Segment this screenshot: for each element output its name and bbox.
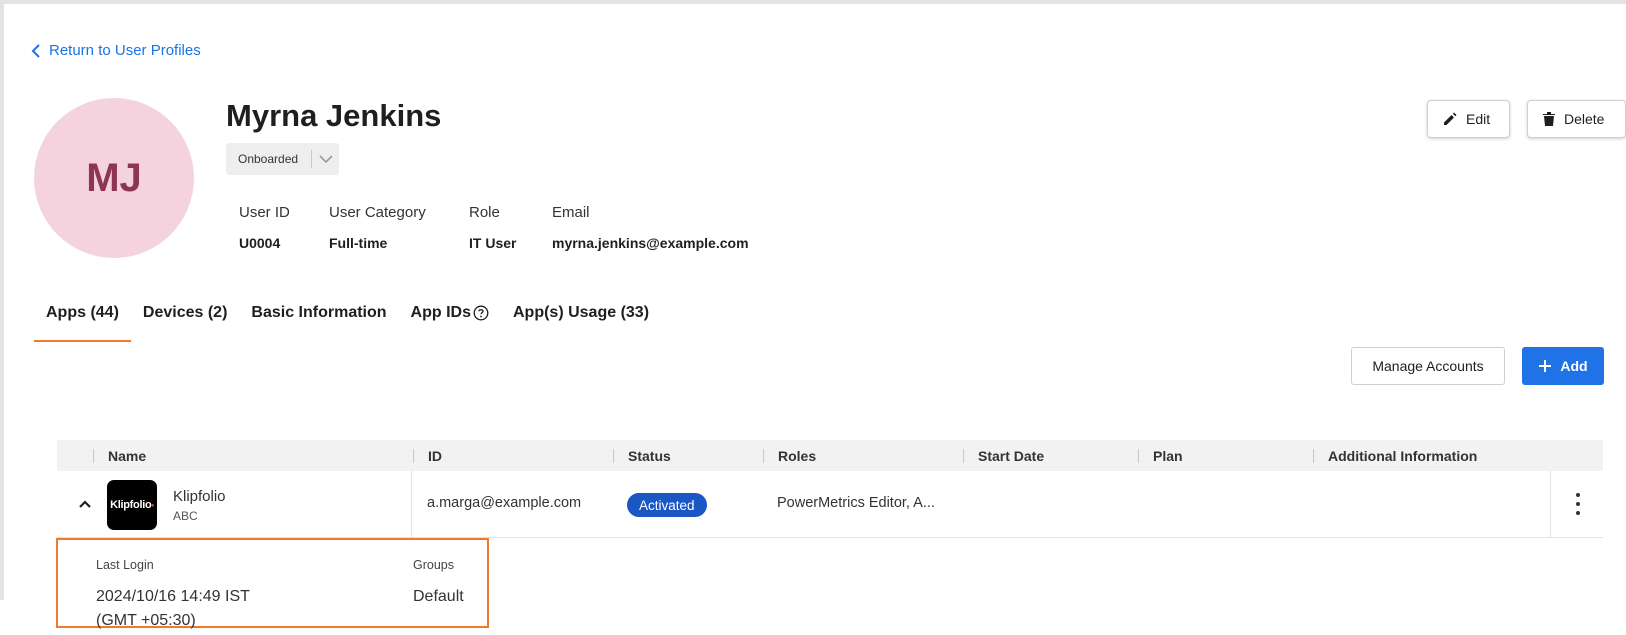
groups-value: Default: [413, 588, 464, 605]
logo-text: Klipfolio: [110, 499, 152, 511]
roles-cell: PowerMetrics Editor, A...: [777, 495, 935, 511]
meta-user-id: User ID U0004: [239, 204, 290, 251]
app-name: Klipfolio: [173, 488, 226, 505]
chevron-left-icon: [31, 43, 40, 58]
column-header-label: Additional Information: [1328, 447, 1478, 464]
meta-label: Role: [469, 204, 500, 221]
add-button[interactable]: Add: [1522, 347, 1604, 385]
column-divider: [411, 471, 412, 537]
meta-email: Email myrna.jenkins@example.com: [552, 204, 749, 251]
return-link[interactable]: Return to User Profiles: [31, 42, 201, 59]
edit-button[interactable]: Edit: [1427, 100, 1510, 138]
column-header-start-date[interactable]: Start Date: [963, 440, 1044, 471]
tab-apps-usage[interactable]: App(s) Usage (33): [501, 290, 661, 342]
manage-accounts-button[interactable]: Manage Accounts: [1351, 347, 1505, 385]
column-header-id[interactable]: ID: [413, 440, 442, 471]
avatar: MJ: [34, 98, 194, 258]
meta-label: User Category: [329, 204, 426, 221]
last-login-timezone: (GMT +05:30): [96, 612, 196, 629]
tab-bar: Apps (44) Devices (2) Basic Information …: [34, 290, 661, 342]
tab-label: App(s) Usage (33): [513, 304, 650, 321]
tab-apps[interactable]: Apps (44): [34, 290, 131, 342]
delete-button-label: Delete: [1564, 111, 1605, 127]
status-dropdown[interactable]: Onboarded: [226, 143, 339, 175]
trash-icon: [1543, 112, 1555, 126]
column-header-plan[interactable]: Plan: [1138, 440, 1183, 471]
pencil-icon: [1444, 112, 1457, 125]
last-login-value: 2024/10/16 14:49 IST (GMT +05:30): [96, 585, 250, 633]
meta-label: Email: [552, 204, 590, 221]
window-left-border: [0, 0, 4, 600]
last-login-datetime: 2024/10/16 14:49 IST: [96, 588, 250, 605]
return-link-label: Return to User Profiles: [49, 42, 201, 59]
meta-role: Role IT User: [469, 204, 516, 251]
tab-label: App IDs: [410, 304, 471, 321]
status-badge: Activated: [627, 493, 707, 517]
row-detail-panel: Last Login 2024/10/16 14:49 IST (GMT +05…: [56, 538, 489, 629]
meta-value: myrna.jenkins@example.com: [552, 235, 749, 251]
help-circle-icon[interactable]: [473, 305, 489, 321]
column-header-roles[interactable]: Roles: [763, 440, 816, 471]
meta-value: IT User: [469, 235, 517, 251]
meta-label: User ID: [239, 204, 290, 221]
column-header-label: ID: [428, 447, 442, 464]
tab-label: Apps (44): [46, 304, 119, 321]
column-header-label: Status: [628, 447, 671, 464]
window-top-border: [0, 0, 1626, 4]
column-divider: [1550, 471, 1551, 537]
chevron-up-icon[interactable]: [77, 496, 93, 512]
column-header-label: Roles: [778, 447, 817, 464]
app-instance: ABC: [173, 509, 198, 523]
column-header-additional-information[interactable]: Additional Information: [1313, 440, 1477, 471]
tab-devices[interactable]: Devices (2): [131, 290, 240, 342]
manage-accounts-label: Manage Accounts: [1372, 358, 1484, 374]
tab-label: Devices (2): [142, 304, 228, 321]
more-options-icon[interactable]: [1572, 493, 1584, 515]
column-header-name[interactable]: Name: [93, 440, 146, 471]
meta-value: Full-time: [329, 235, 388, 251]
meta-user-category: User Category Full-time: [329, 204, 426, 251]
edit-button-label: Edit: [1466, 111, 1491, 127]
column-header-status[interactable]: Status: [613, 440, 671, 471]
column-header-label: Start Date: [978, 447, 1045, 464]
page-title: Myrna Jenkins: [226, 98, 442, 133]
avatar-initials: MJ: [86, 155, 142, 200]
klipfolio-logo: Klipfolio •: [107, 480, 157, 530]
tab-basic-information[interactable]: Basic Information: [239, 290, 398, 342]
table-header: Name ID Status Roles Start Date Plan Add…: [57, 440, 1603, 471]
delete-button[interactable]: Delete: [1527, 100, 1626, 138]
meta-value: U0004: [239, 235, 281, 251]
add-button-label: Add: [1560, 358, 1588, 374]
last-login-label: Last Login: [96, 558, 154, 572]
groups-label: Groups: [413, 558, 454, 572]
column-header-label: Name: [108, 447, 147, 464]
column-header-label: Plan: [1153, 447, 1183, 464]
chevron-down-icon: [312, 154, 339, 164]
plus-icon: [1539, 360, 1552, 372]
tab-label: Basic Information: [251, 304, 387, 321]
status-value: Onboarded: [238, 152, 299, 166]
tab-app-ids[interactable]: App IDs: [399, 290, 501, 342]
table-row[interactable]: Klipfolio • Klipfolio ABC a.marga@example…: [57, 471, 1603, 538]
account-id: a.marga@example.com: [427, 495, 582, 511]
